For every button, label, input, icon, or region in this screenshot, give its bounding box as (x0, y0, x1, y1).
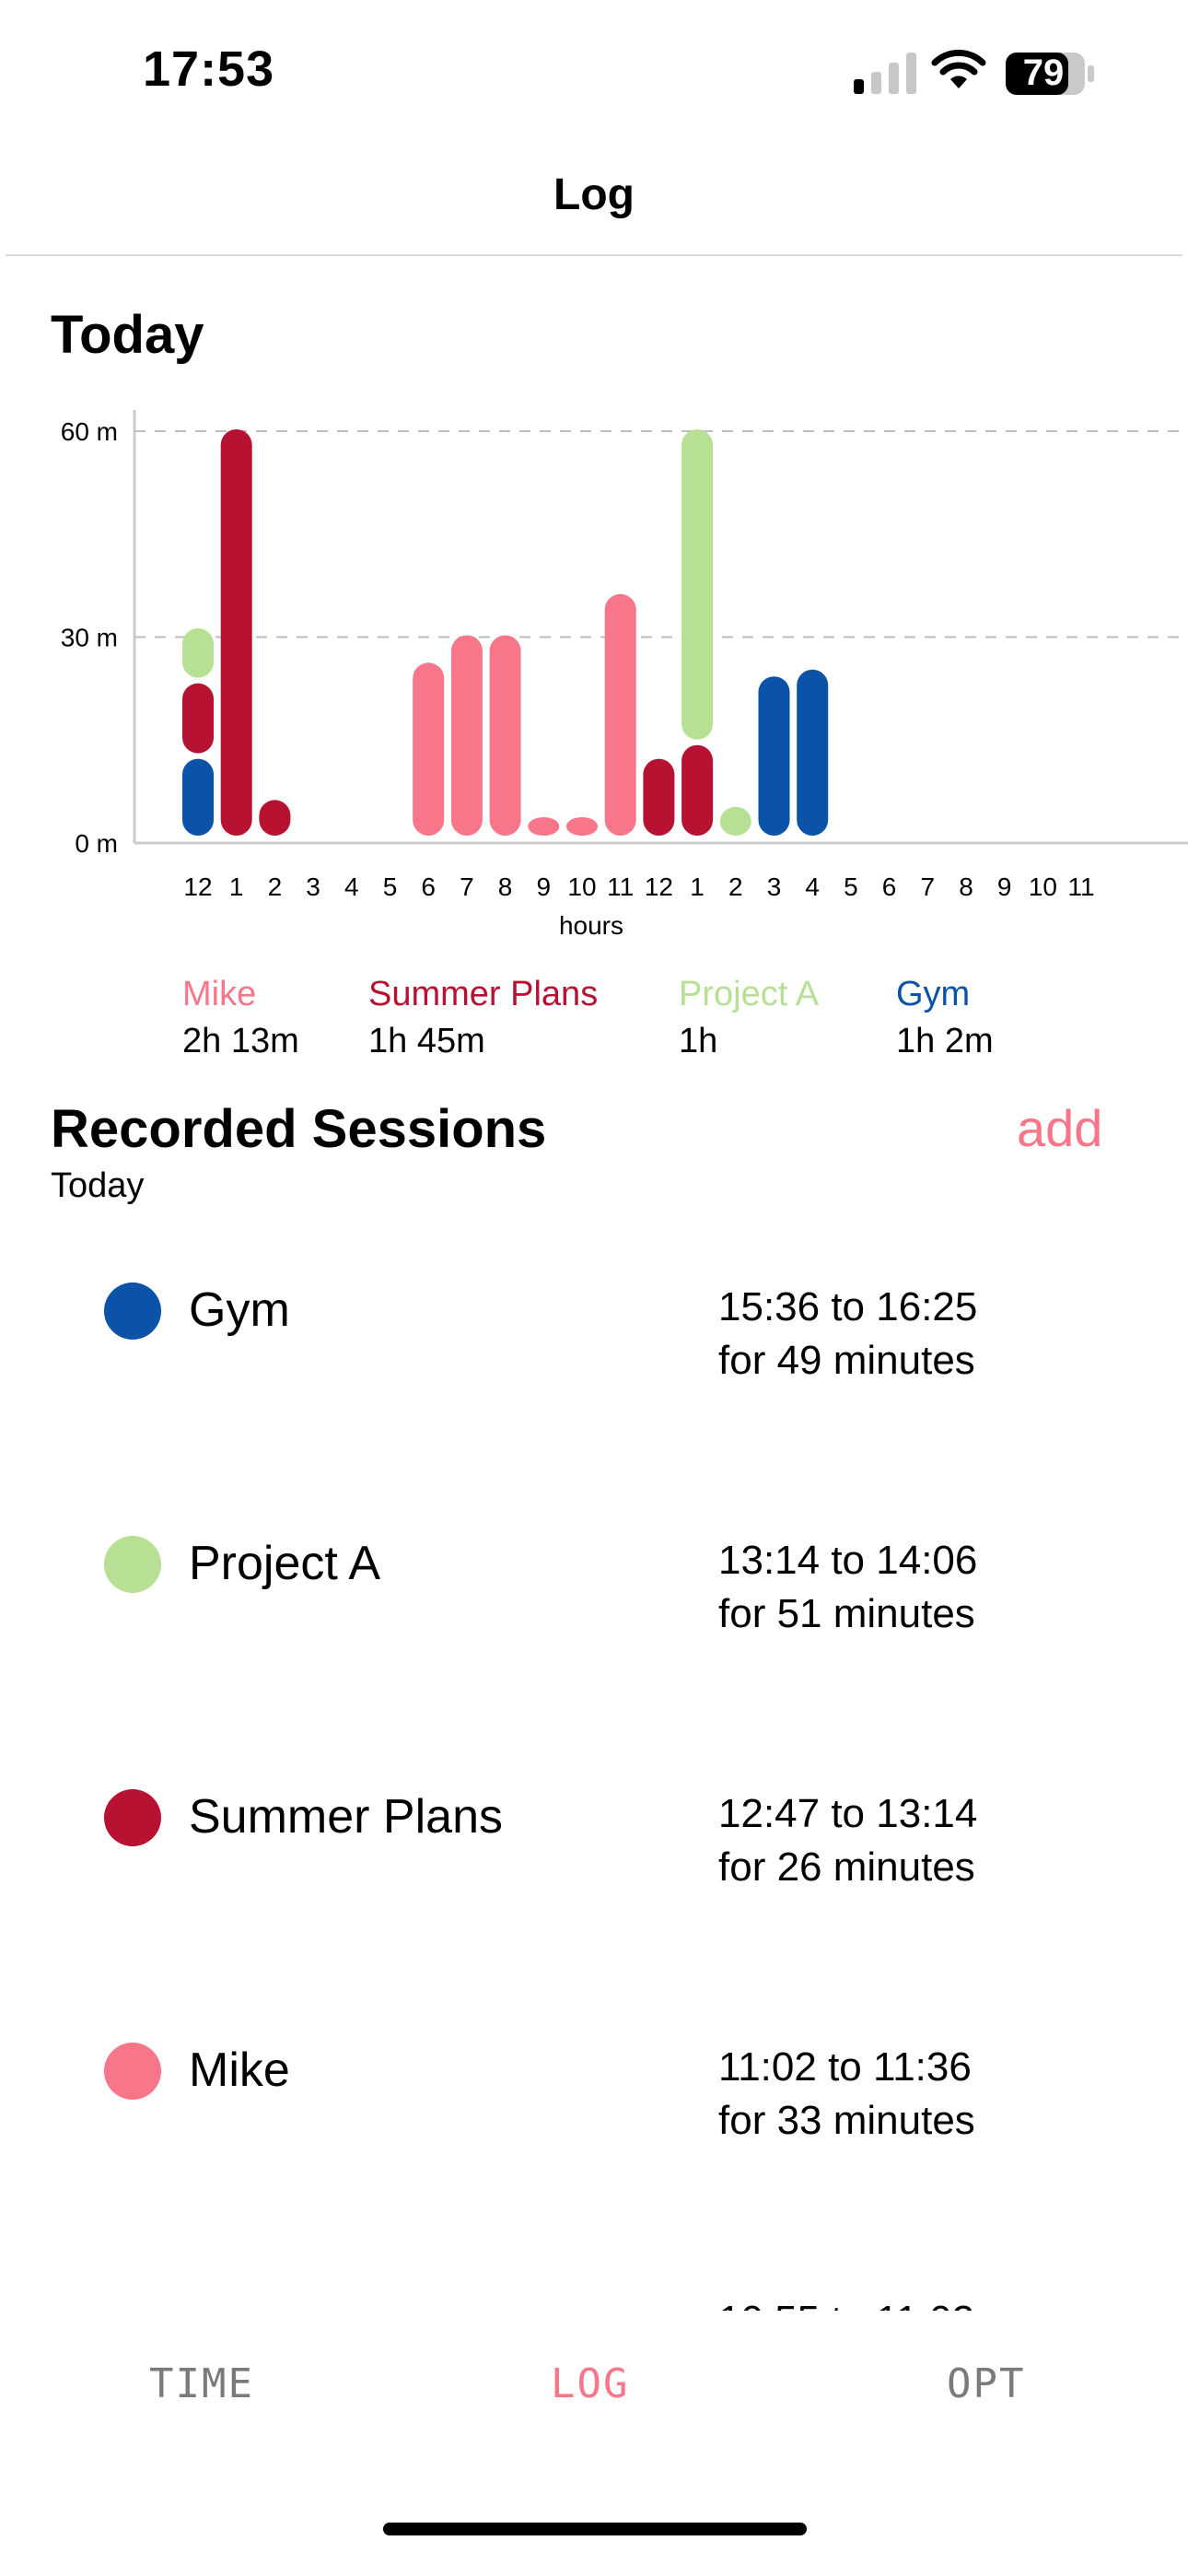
legend-item-mike: Mike 2h 13m (182, 975, 299, 1061)
bar-segment-mike (528, 817, 560, 836)
legend-total: 2h 13m (182, 1022, 299, 1060)
x-tick-label: 4 (344, 872, 359, 901)
y-tick-label: 0 m (75, 829, 118, 858)
bar-segment-gym (758, 676, 790, 836)
section-title-today: Today (51, 305, 204, 365)
session-row-gym[interactable]: Gym 15:36 to 16:25 for 49 minutes (0, 1242, 1188, 1426)
x-tick-label: 5 (844, 872, 858, 901)
status-time: 17:53 (143, 41, 275, 97)
cellular-signal-icon (854, 53, 916, 94)
bar-segment-gym (797, 669, 829, 836)
category-color-dot (104, 1789, 161, 1846)
home-indicator (383, 2523, 807, 2535)
x-tick-label: 3 (306, 872, 320, 901)
session-range: 13:14 to 14:06 (718, 1538, 978, 1583)
session-row-mike[interactable]: Mike 11:02 to 11:36 for 33 minutes (0, 2002, 1188, 2186)
session-duration: for 51 minutes (718, 1591, 975, 1636)
session-name: Gym (189, 1283, 290, 1337)
x-tick-label: 7 (460, 872, 474, 901)
legend-name: Summer Plans (368, 975, 599, 1013)
x-tick-label: 10 (567, 872, 596, 901)
add-session-button[interactable]: add (1017, 1098, 1102, 1158)
x-axis-label: hours (559, 911, 623, 940)
session-duration: for 33 minutes (718, 2098, 975, 2143)
legend-name: Gym (896, 975, 971, 1013)
x-tick-label: 6 (421, 872, 436, 901)
wifi-icon (931, 49, 986, 88)
session-name: Project A (189, 1537, 381, 1590)
legend-item-project-a: Project A 1h (679, 975, 819, 1061)
session-duration: for 49 minutes (718, 1338, 975, 1383)
category-color-dot (104, 1536, 161, 1593)
bar-segment-summer-plans (643, 758, 675, 836)
x-tick-label: 8 (498, 872, 513, 901)
legend-total: 1h 45m (368, 1022, 485, 1060)
y-tick-label: 30 m (61, 624, 118, 652)
legend-name: Mike (182, 975, 257, 1013)
bar-segment-summer-plans (259, 800, 291, 836)
x-tick-label: 3 (767, 872, 782, 901)
x-tick-label: 5 (383, 872, 398, 901)
tab-log[interactable]: LOG (551, 2360, 629, 2407)
bar-segment-mike (450, 635, 483, 836)
bar-segment-mike (413, 662, 445, 836)
category-color-dot (104, 2043, 161, 2100)
x-tick-label: 8 (959, 872, 973, 901)
legend-total: 1h 2m (896, 1022, 994, 1060)
session-duration: for 26 minutes (718, 1844, 975, 1890)
x-tick-label: 4 (805, 872, 820, 901)
x-tick-label: 9 (537, 872, 552, 901)
bar-segment-summer-plans (681, 744, 714, 836)
session-row-summer-plans[interactable]: Summer Plans 12:47 to 13:14 for 26 minut… (0, 1749, 1188, 1933)
x-tick-label: 9 (997, 872, 1012, 901)
bar-segment-mike (604, 593, 636, 836)
bar-segment-summer-plans (220, 429, 252, 836)
x-tick-label: 11 (1068, 872, 1095, 901)
session-range: 15:36 to 16:25 (718, 1284, 978, 1329)
bar-segment-mike (489, 635, 521, 836)
legend-total: 1h (679, 1022, 718, 1060)
legend-item-gym: Gym 1h 2m (896, 975, 994, 1061)
bar-segment-project-a (719, 806, 751, 836)
x-tick-label: 1 (229, 872, 244, 901)
session-name: Mike (189, 2043, 290, 2097)
y-tick-label: 60 m (61, 417, 118, 446)
x-tick-label: 7 (921, 872, 936, 901)
x-tick-label: 12 (645, 872, 673, 901)
bar-segment-gym (182, 758, 214, 836)
nav-divider (6, 254, 1182, 256)
section-title-recorded-sessions: Recorded Sessions (51, 1099, 547, 1159)
bar-segment-project-a (182, 628, 214, 678)
session-name: Summer Plans (189, 1790, 503, 1844)
tab-time[interactable]: TIME (149, 2360, 254, 2407)
x-tick-label: 2 (268, 872, 283, 901)
tab-bar (0, 2311, 1188, 2576)
hours-bar-chart: 0 m30 m60 m12 1 2 3 4 5 6 7 8 9 10 11 12 1 2 3 4 5 6 7 8 9 10 1… (61, 410, 1188, 940)
session-range: 11:02 to 11:36 (718, 2044, 972, 2090)
x-tick-label: 6 (882, 872, 897, 901)
bar-segment-project-a (681, 429, 714, 740)
tab-opt[interactable]: OPT (947, 2360, 1025, 2407)
session-row-project-a[interactable]: Project A 13:14 to 14:06 for 51 minutes (0, 1495, 1188, 1680)
category-color-dot (104, 1282, 161, 1340)
battery-level: 79 (1022, 53, 1065, 93)
x-tick-label: 2 (728, 872, 743, 901)
bar-segment-mike (566, 817, 598, 836)
sessions-subtitle: Today (51, 1166, 145, 1205)
page-title: Log (553, 170, 635, 219)
x-tick-label: 10 (1029, 872, 1057, 901)
x-tick-label: 12 (183, 872, 212, 901)
x-tick-label: 1 (690, 872, 705, 901)
legend-item-summer-plans: Summer Plans 1h 45m (368, 975, 598, 1061)
legend-name: Project A (679, 975, 820, 1013)
session-range: 12:47 to 13:14 (718, 1791, 978, 1836)
x-tick-label: 11 (607, 872, 634, 901)
bar-segment-summer-plans (182, 683, 214, 754)
